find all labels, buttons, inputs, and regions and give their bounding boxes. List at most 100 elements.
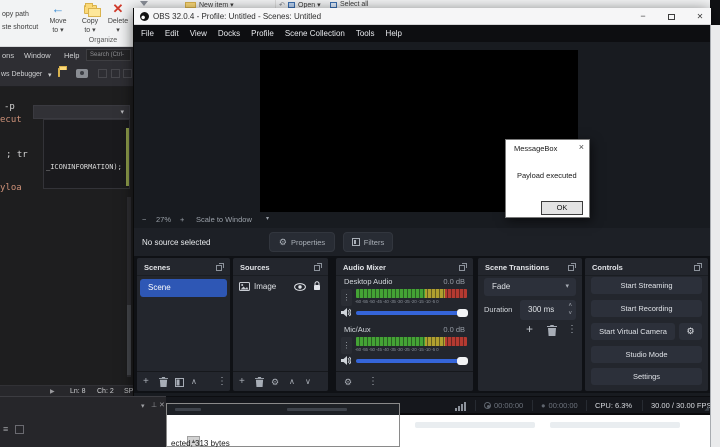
screenshot-icon[interactable] [76, 69, 88, 78]
combo-caret-icon: ▾ [120, 109, 124, 116]
slider-handle[interactable] [457, 357, 468, 365]
move-source-down-button[interactable]: ∨ [305, 376, 311, 388]
channel-grip-handle[interactable]: ⋮ [341, 337, 352, 354]
transitions-title: Scene Transitions [485, 263, 550, 272]
mixer-more-button[interactable]: ⋮ [368, 376, 378, 388]
visibility-eye-icon[interactable] [294, 283, 306, 291]
channel-grip-handle[interactable]: ⋮ [341, 289, 352, 306]
ide-menu-window[interactable]: Window [24, 51, 51, 60]
virtual-camera-settings-button[interactable]: ⚙ [679, 323, 702, 340]
advanced-audio-button[interactable]: ⚙ [344, 376, 352, 388]
speaker-icon[interactable] [341, 308, 351, 317]
source-properties-button[interactable]: ⚙ [271, 376, 279, 388]
move-scene-up-button[interactable]: ∧ [191, 376, 197, 388]
console-title-bar[interactable] [167, 404, 399, 415]
scale-mode-dropdown[interactable]: Scale to Window [196, 215, 252, 224]
duration-spinner[interactable]: 300 ms ˄ ˅ [520, 300, 576, 320]
menu-view[interactable]: View [190, 29, 207, 38]
debugger-dropdown[interactable]: ws Debugger [1, 71, 42, 78]
panel-menu-icon[interactable]: ≡ [3, 424, 8, 434]
sources-toolbar: + ⚙ ∧ ∨ [233, 371, 328, 391]
status-clipped: SP [124, 388, 133, 395]
spin-down-icon[interactable]: ˅ [568, 304, 572, 324]
resize-grip-icon[interactable]: ◢ [704, 405, 709, 412]
messagebox-dialog: MessageBox × Payload executed OK [505, 139, 590, 218]
start-virtual-camera-button[interactable]: Start Virtual Camera [591, 323, 675, 340]
menu-tools[interactable]: Tools [356, 29, 375, 38]
editor-scrollbar-thumb[interactable] [127, 305, 131, 375]
sources-panel: Sources Image + ⚙ ∧ ∨ [233, 258, 328, 391]
code-fragment: -p [4, 102, 15, 112]
add-source-button[interactable]: + [239, 376, 245, 388]
panel-pin-icon[interactable]: ⊥ [151, 401, 157, 409]
paste-shortcut-label[interactable]: ste shortcut [2, 24, 38, 31]
audio-mixer-panel: Audio Mixer Desktop Audio 0.0 dB ⋮ -60 -… [336, 258, 473, 391]
studio-mode-button[interactable]: Studio Mode [591, 346, 702, 363]
menu-file[interactable]: File [141, 29, 154, 38]
properties-button[interactable]: ⚙ Properties [269, 232, 335, 252]
ide-search-input[interactable]: Search (Ctrl- [86, 49, 131, 61]
folder-search-icon[interactable] [58, 68, 60, 77]
ide-window: ons Window Help Search (Ctrl- ws Debugge… [0, 47, 133, 447]
select-all-button[interactable]: Select all [340, 1, 368, 8]
dialog-ok-button[interactable]: OK [541, 201, 583, 215]
menu-scene-collection[interactable]: Scene Collection [285, 29, 345, 38]
menu-docks[interactable]: Docks [218, 29, 240, 38]
menu-edit[interactable]: Edit [165, 29, 179, 38]
minimize-button[interactable]: − [634, 11, 652, 23]
menu-help[interactable]: Help [386, 29, 402, 38]
remove-source-button[interactable] [255, 377, 264, 387]
image-source-icon [239, 282, 250, 291]
popout-icon[interactable] [694, 263, 702, 271]
volume-slider[interactable] [356, 309, 468, 317]
dialog-close-icon[interactable]: × [579, 142, 584, 152]
menu-profile[interactable]: Profile [251, 29, 274, 38]
add-transition-button[interactable]: + [526, 322, 533, 336]
panel-tool-icon[interactable] [15, 425, 24, 434]
maximize-button[interactable] [668, 14, 675, 20]
start-streaming-button[interactable]: Start Streaming [591, 277, 702, 294]
ide-menu-clipped[interactable]: ons [2, 51, 14, 60]
zoom-in-button[interactable]: + [180, 215, 184, 224]
close-button[interactable]: ✕ [691, 11, 709, 23]
scene-list-item-selected[interactable]: Scene [140, 279, 227, 297]
scenes-more-button[interactable]: ⋮ [217, 376, 227, 388]
filters-button[interactable]: Filters [343, 232, 393, 252]
move-source-up-button[interactable]: ∧ [289, 376, 295, 388]
obs-title-bar[interactable]: OBS 32.0.4 - Profile: Untitled - Scenes:… [134, 8, 711, 25]
move-to-button[interactable]: ← Move to ▾ [41, 0, 75, 46]
source-toolbar: No source selected ⚙ Properties Filters [134, 228, 711, 256]
debugger-caret-icon[interactable]: ▾ [48, 71, 52, 79]
start-recording-button[interactable]: Start Recording [591, 300, 702, 317]
slider-handle[interactable] [457, 309, 468, 317]
panel-close-icon[interactable]: ✕ [159, 401, 165, 409]
popout-icon[interactable] [314, 263, 322, 271]
scene-filters-button[interactable] [175, 378, 184, 387]
popout-icon[interactable] [216, 263, 224, 271]
transition-more-button[interactable]: ⋮ [567, 324, 577, 335]
transition-select[interactable]: Fade ▾ [484, 278, 576, 296]
gear-icon: ⚙ [278, 236, 287, 247]
zoom-out-button[interactable]: − [142, 215, 146, 224]
settings-button[interactable]: Settings [591, 368, 702, 385]
record-timer: ● 00:00:00 [541, 401, 578, 410]
fps-indicator: 30.00 / 30.00 FPS [651, 401, 712, 410]
panel-caret-icon[interactable]: ▾ [141, 402, 145, 410]
popout-icon[interactable] [568, 263, 576, 271]
popout-icon[interactable] [459, 263, 467, 271]
remove-scene-button[interactable] [159, 377, 168, 387]
obs-menu-bar: File Edit View Docks Profile Scene Colle… [134, 25, 711, 42]
play-icon[interactable]: ▶ [50, 388, 55, 395]
volume-slider[interactable] [356, 357, 468, 365]
source-list-item[interactable]: Image [233, 277, 328, 297]
ide-combo-bar[interactable]: ▾ [33, 105, 130, 119]
add-scene-button[interactable]: + [143, 376, 149, 388]
lock-icon[interactable] [313, 281, 321, 291]
ide-menu-help[interactable]: Help [64, 51, 79, 60]
speaker-icon[interactable] [341, 356, 351, 365]
copy-path-label[interactable]: opy path [2, 11, 29, 18]
background-window [400, 413, 710, 447]
remove-transition-button[interactable] [547, 325, 557, 336]
scale-caret-icon[interactable]: ▾ [266, 215, 269, 222]
faint-text [415, 422, 535, 428]
